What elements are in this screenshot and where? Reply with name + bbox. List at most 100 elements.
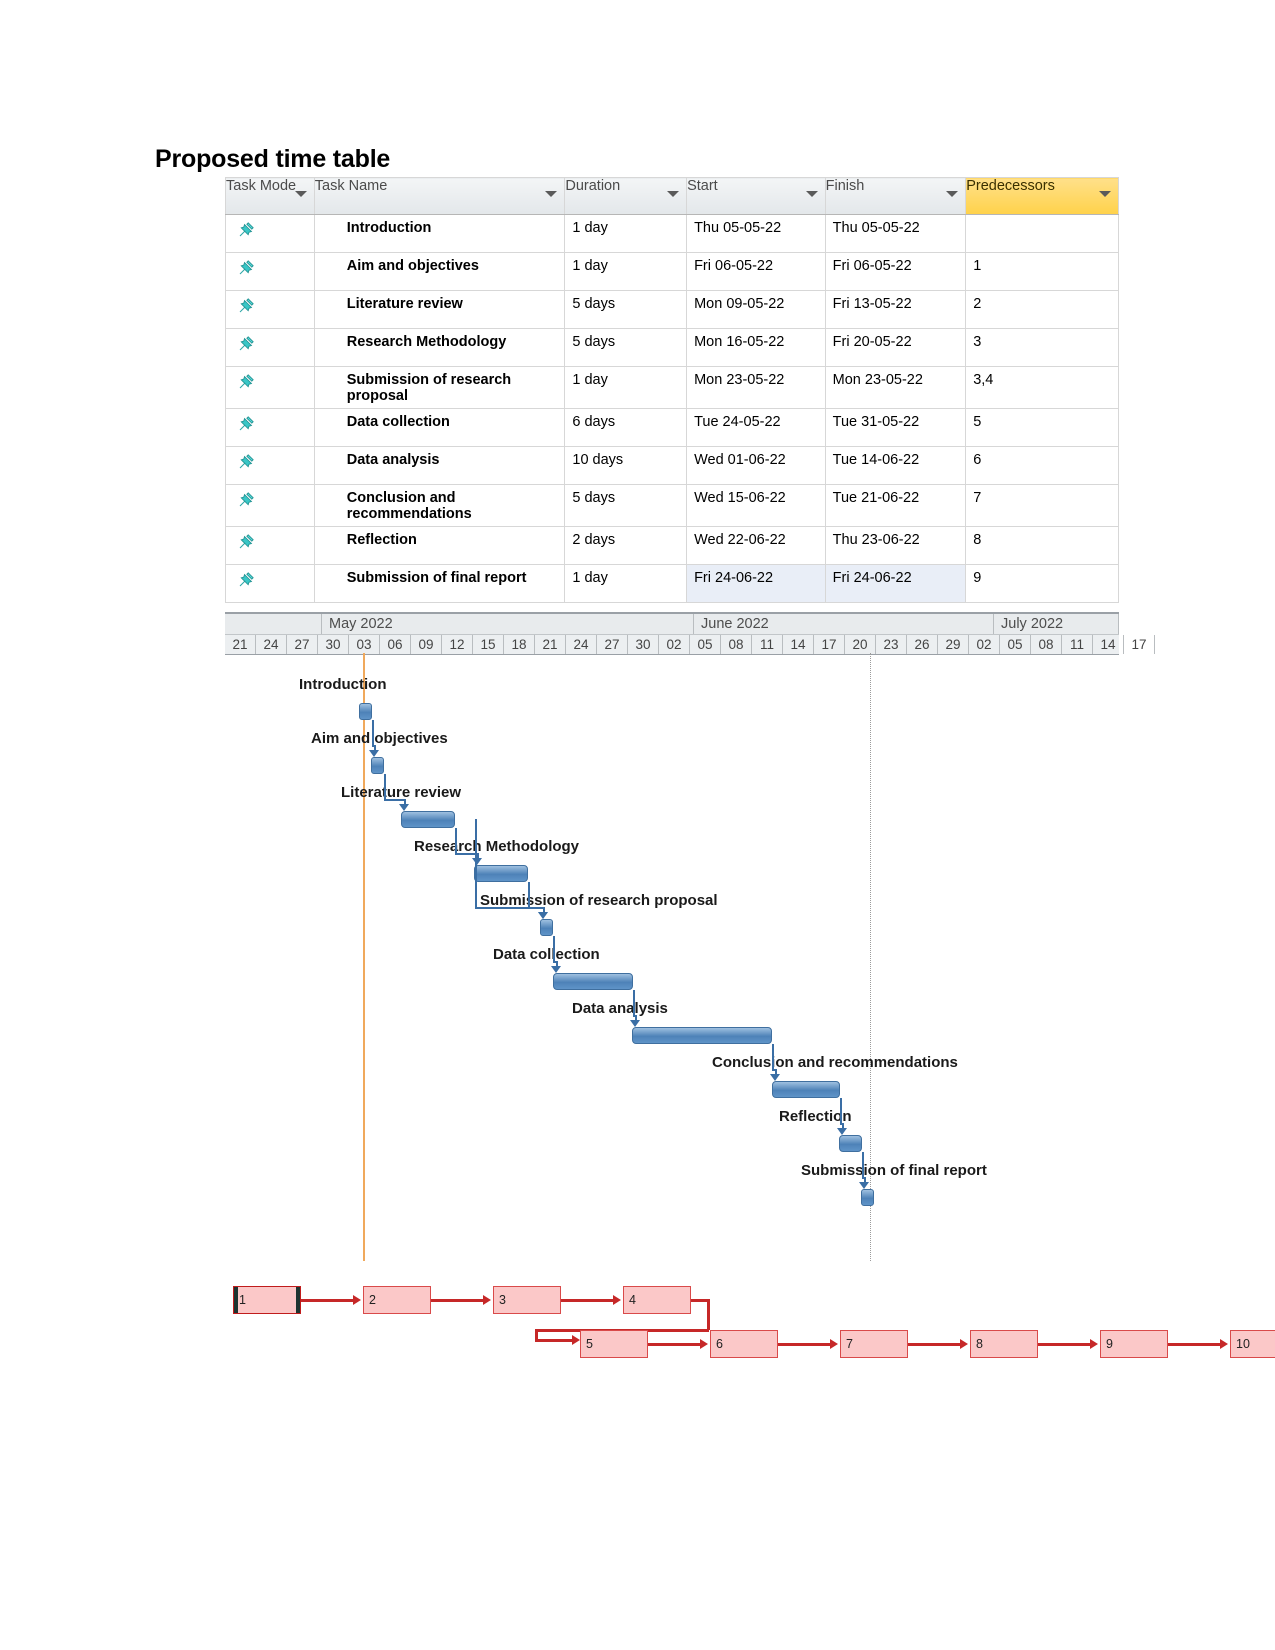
cell-task-mode[interactable] — [225, 214, 315, 253]
chevron-down-icon[interactable] — [545, 191, 558, 197]
cell-finish[interactable]: Fri 06-05-22 — [824, 252, 967, 291]
table-row[interactable]: Aim and objectives 1 day Fri 06-05-22 Fri 0… — [225, 252, 1119, 291]
cell-task-name[interactable]: Research Methodology — [313, 328, 566, 367]
gantt-bar[interactable] — [839, 1135, 862, 1152]
table-row[interactable]: Submission of final report 1 day Fri 24-06… — [225, 564, 1119, 603]
cell-task-name[interactable]: Submission of research proposal — [313, 366, 566, 409]
table-row[interactable]: Research Methodology 5 days Mon 16-05-22 Fr… — [225, 328, 1119, 367]
cell-predecessors[interactable]: 3,4 — [965, 366, 1119, 409]
column-header-finish[interactable]: Finish — [824, 177, 967, 215]
cell-start[interactable]: Fri 24-06-22 — [686, 564, 826, 603]
network-node[interactable]: 2 — [363, 1286, 431, 1314]
cell-predecessors[interactable]: 3 — [965, 328, 1119, 367]
gantt-bar[interactable] — [553, 973, 633, 990]
gantt-bar[interactable] — [772, 1081, 840, 1098]
cell-task-mode[interactable] — [225, 484, 315, 527]
chevron-down-icon[interactable] — [1099, 191, 1111, 197]
cell-predecessors[interactable] — [965, 214, 1119, 253]
cell-start[interactable]: Wed 01-06-22 — [686, 446, 826, 485]
network-node[interactable]: 8 — [970, 1330, 1038, 1358]
cell-task-name[interactable]: Data analysis — [313, 446, 566, 485]
cell-start[interactable]: Mon 16-05-22 — [686, 328, 826, 367]
cell-task-name[interactable]: Reflection — [313, 526, 566, 565]
cell-finish[interactable]: Fri 20-05-22 — [824, 328, 967, 367]
table-row[interactable]: Reflection 2 days Wed 22-06-22 Thu 23-06-22… — [225, 526, 1119, 565]
cell-finish[interactable]: Mon 23-05-22 — [824, 366, 967, 409]
table-row[interactable]: Data analysis 10 days Wed 01-06-22 Tue 14-0… — [225, 446, 1119, 485]
network-node[interactable]: 1 — [233, 1286, 301, 1314]
chevron-down-icon[interactable] — [805, 191, 818, 197]
cell-duration[interactable]: 10 days — [564, 446, 688, 485]
cell-finish[interactable]: Thu 05-05-22 — [824, 214, 967, 253]
network-node[interactable]: 4 — [623, 1286, 691, 1314]
cell-predecessors[interactable]: 9 — [965, 564, 1119, 603]
network-node[interactable]: 7 — [840, 1330, 908, 1358]
cell-duration[interactable]: 2 days — [564, 526, 688, 565]
cell-task-mode[interactable] — [225, 328, 315, 367]
cell-duration[interactable]: 1 day — [564, 214, 688, 253]
cell-task-name[interactable]: Aim and objectives — [313, 252, 566, 291]
table-row[interactable]: Submission of research proposal 1 day Mon … — [225, 366, 1119, 409]
cell-start[interactable]: Thu 05-05-22 — [686, 214, 826, 253]
cell-task-name[interactable]: Submission of final report — [313, 564, 566, 603]
network-node[interactable]: 10 — [1230, 1330, 1275, 1358]
gantt-bar[interactable] — [540, 919, 553, 936]
cell-finish[interactable]: Fri 24-06-22 — [824, 564, 967, 603]
column-header-task-mode[interactable]: Task Mode — [225, 177, 315, 215]
cell-start[interactable]: Tue 24-05-22 — [686, 408, 826, 447]
chevron-down-icon[interactable] — [294, 191, 307, 197]
cell-task-mode[interactable] — [225, 446, 315, 485]
cell-start[interactable]: Mon 09-05-22 — [686, 290, 826, 329]
gantt-bar[interactable] — [474, 865, 528, 882]
gantt-bar[interactable] — [632, 1027, 772, 1044]
cell-duration[interactable]: 1 day — [564, 252, 688, 291]
network-node[interactable]: 3 — [493, 1286, 561, 1314]
cell-task-mode[interactable] — [225, 408, 315, 447]
column-header-predecessors[interactable]: Predecessors — [965, 177, 1119, 215]
network-node[interactable]: 6 — [710, 1330, 778, 1358]
cell-start[interactable]: Mon 23-05-22 — [686, 366, 826, 409]
column-header-duration[interactable]: Duration — [564, 177, 688, 215]
cell-task-name[interactable]: Conclusion and recommendations — [313, 484, 566, 527]
cell-duration[interactable]: 1 day — [564, 564, 688, 603]
gantt-bar[interactable] — [359, 703, 372, 720]
cell-predecessors[interactable]: 7 — [965, 484, 1119, 527]
cell-duration[interactable]: 5 days — [564, 290, 688, 329]
cell-predecessors[interactable]: 6 — [965, 446, 1119, 485]
gantt-bar[interactable] — [861, 1189, 874, 1206]
cell-start[interactable]: Wed 22-06-22 — [686, 526, 826, 565]
chevron-down-icon[interactable] — [946, 191, 959, 197]
cell-predecessors[interactable]: 2 — [965, 290, 1119, 329]
cell-task-mode[interactable] — [225, 252, 315, 291]
gantt-bar[interactable] — [371, 757, 384, 774]
cell-finish[interactable]: Tue 14-06-22 — [824, 446, 967, 485]
table-row[interactable]: Data collection 6 days Tue 24-05-22 Tue 31-… — [225, 408, 1119, 447]
cell-start[interactable]: Fri 06-05-22 — [686, 252, 826, 291]
column-header-start[interactable]: Start — [686, 177, 826, 215]
cell-finish[interactable]: Tue 31-05-22 — [824, 408, 967, 447]
cell-duration[interactable]: 5 days — [564, 484, 688, 527]
cell-start[interactable]: Wed 15-06-22 — [686, 484, 826, 527]
cell-finish[interactable]: Thu 23-06-22 — [824, 526, 967, 565]
network-node[interactable]: 5 — [580, 1330, 648, 1358]
cell-task-mode[interactable] — [225, 564, 315, 603]
cell-predecessors[interactable]: 1 — [965, 252, 1119, 291]
cell-task-mode[interactable] — [225, 366, 315, 409]
table-row[interactable]: Introduction 1 day Thu 05-05-22 Thu 05-05-2… — [225, 214, 1119, 253]
cell-predecessors[interactable]: 5 — [965, 408, 1119, 447]
cell-task-name[interactable]: Introduction — [313, 214, 566, 253]
cell-task-name[interactable]: Data collection — [313, 408, 566, 447]
cell-task-mode[interactable] — [225, 526, 315, 565]
cell-finish[interactable]: Tue 21-06-22 — [824, 484, 967, 527]
table-row[interactable]: Literature review 5 days Mon 09-05-22 Fri 1… — [225, 290, 1119, 329]
cell-task-name[interactable]: Literature review — [313, 290, 566, 329]
cell-duration[interactable]: 1 day — [564, 366, 688, 409]
cell-task-mode[interactable] — [225, 290, 315, 329]
gantt-bar[interactable] — [401, 811, 455, 828]
cell-predecessors[interactable]: 8 — [965, 526, 1119, 565]
network-node[interactable]: 9 — [1100, 1330, 1168, 1358]
cell-duration[interactable]: 5 days — [564, 328, 688, 367]
table-row[interactable]: Conclusion and recommendations 5 days Wed … — [225, 484, 1119, 527]
cell-finish[interactable]: Fri 13-05-22 — [824, 290, 967, 329]
column-header-task-name[interactable]: Task Name — [313, 177, 566, 215]
